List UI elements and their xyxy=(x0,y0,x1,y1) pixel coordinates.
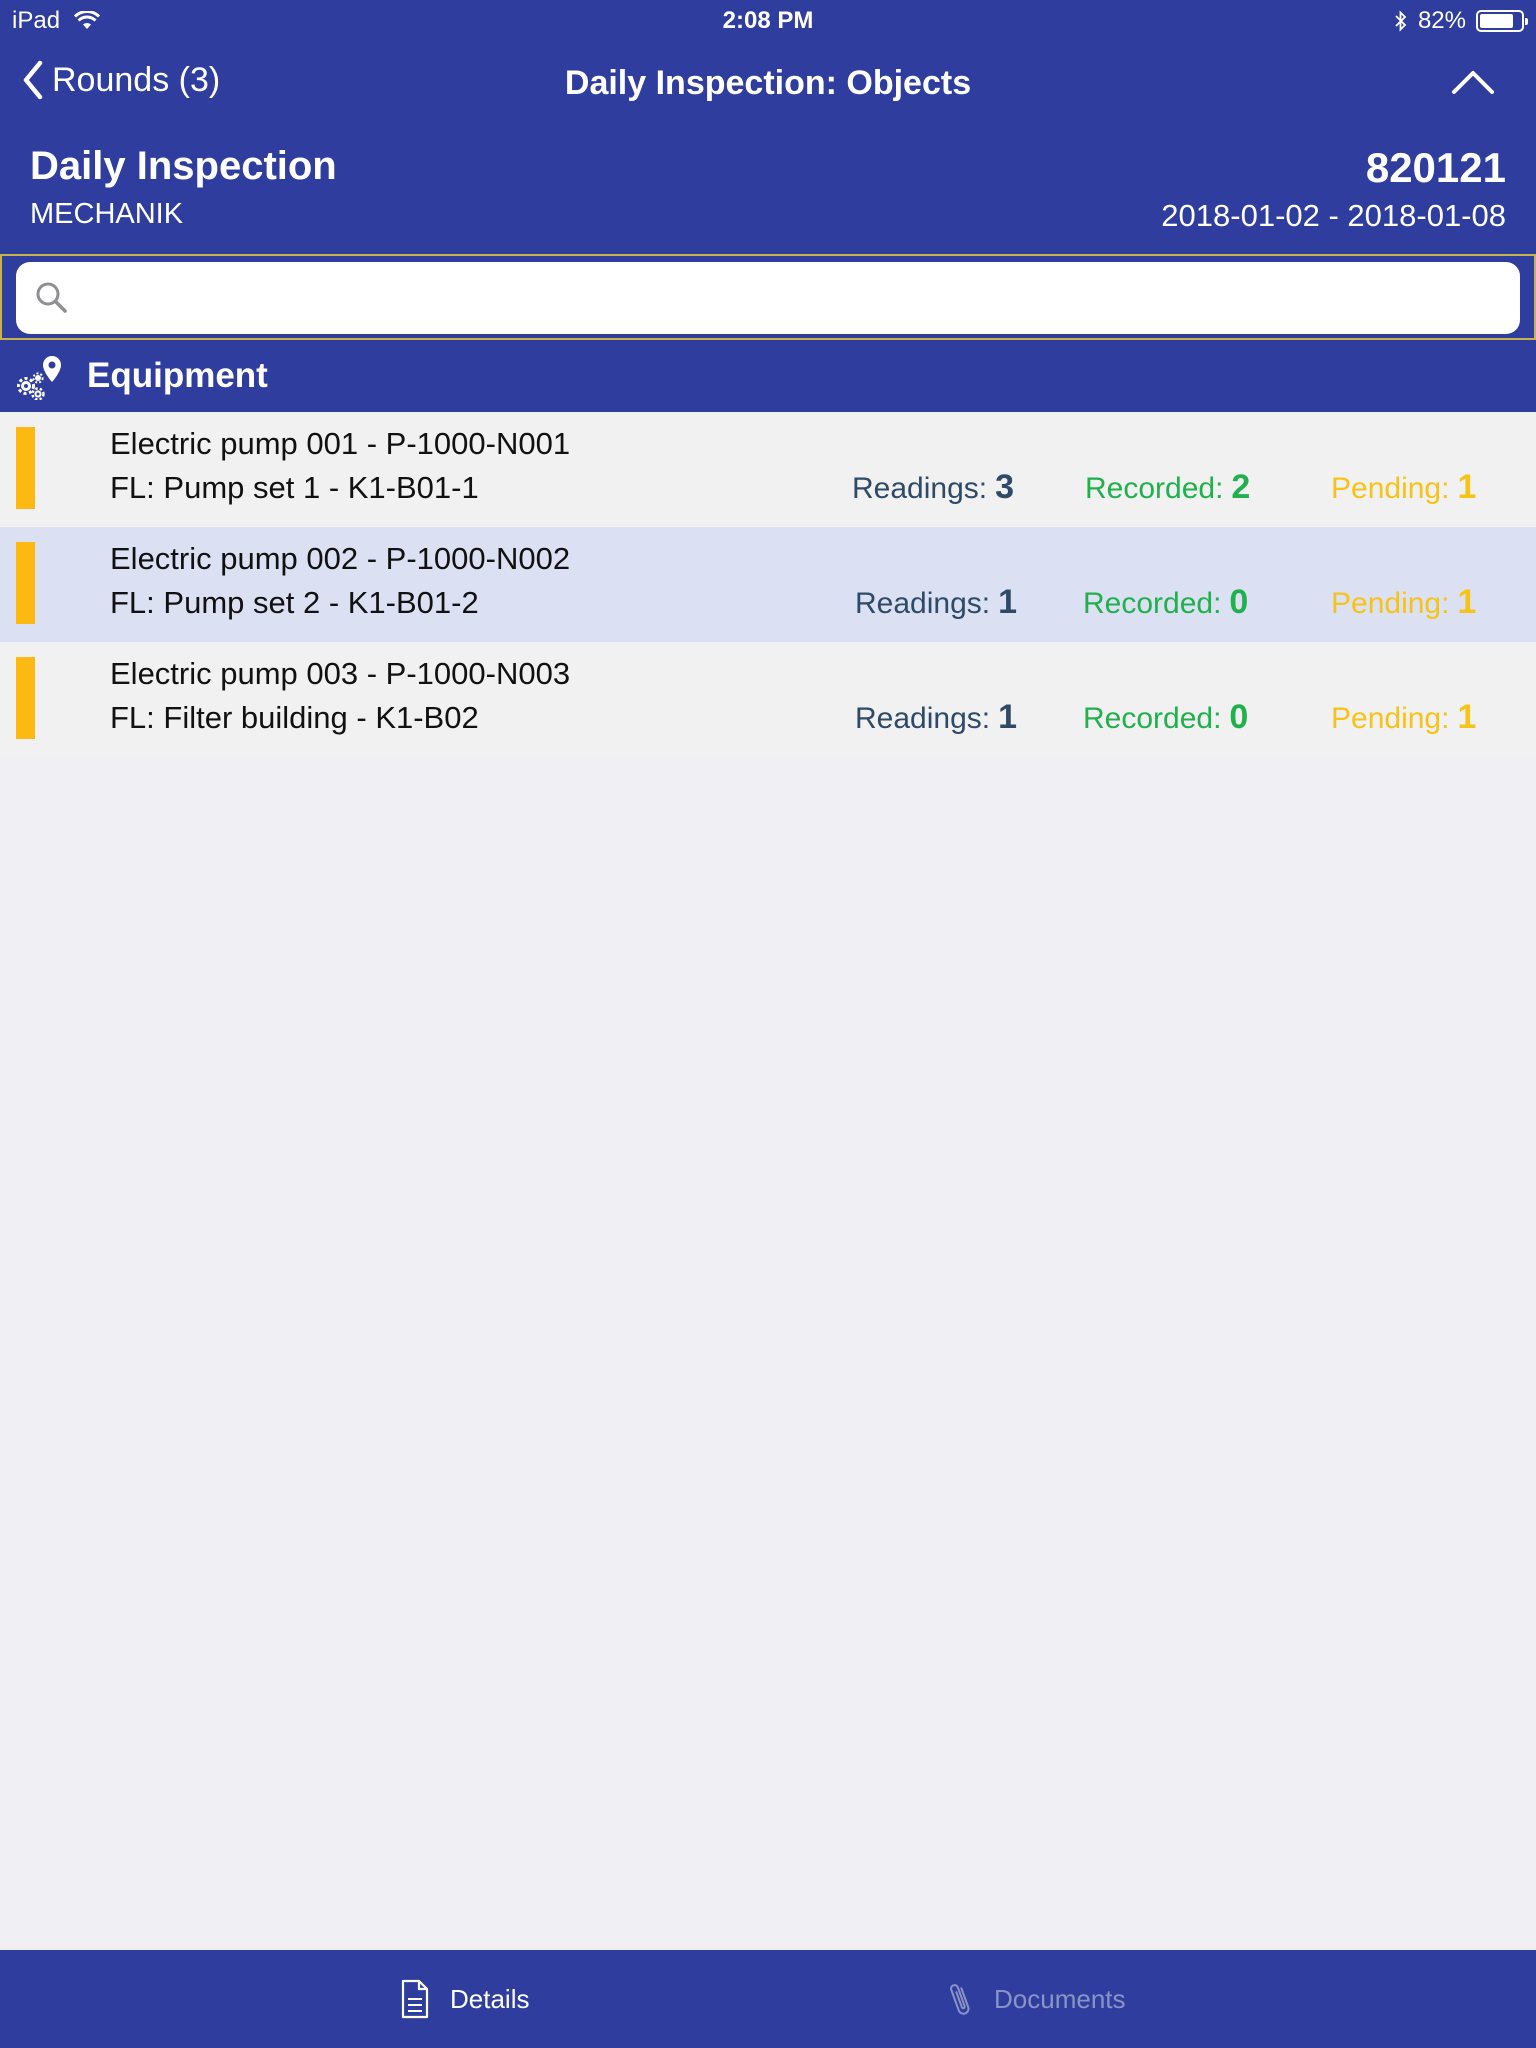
readings-label: Readings: xyxy=(852,472,988,505)
recorded-value: 2 xyxy=(1231,468,1251,506)
tab-documents[interactable]: Documents xyxy=(948,1950,1126,2048)
equipment-location-icon xyxy=(17,356,61,400)
item-location: FL: Filter building - K1-B02 xyxy=(110,700,479,735)
tab-documents-label: Documents xyxy=(994,1983,1126,2014)
chevron-left-icon xyxy=(23,60,43,100)
readings-value: 1 xyxy=(998,698,1018,736)
recorded-label: Recorded: xyxy=(1083,587,1222,620)
status-indicator-bar xyxy=(16,427,35,509)
status-bar: iPad 2:08 PM 82% xyxy=(0,0,1536,40)
recorded-value: 0 xyxy=(1229,698,1249,736)
pending-value: 1 xyxy=(1457,698,1477,736)
item-name: Electric pump 001 - P-1000-N001 xyxy=(110,426,571,461)
bluetooth-icon xyxy=(1395,10,1407,32)
status-time: 2:08 PM xyxy=(722,7,814,34)
recorded-value: 0 xyxy=(1229,583,1249,621)
navigation-bar: Rounds (3) Daily Inspection: Objects xyxy=(0,40,1536,130)
round-title: Daily Inspection xyxy=(30,144,337,188)
list-item[interactable]: Electric pump 002 - P-1000-N002 FL: Pump… xyxy=(0,527,1536,642)
recorded-label: Recorded: xyxy=(1085,472,1224,505)
pending-label: Pending: xyxy=(1331,472,1450,505)
chevron-up-icon xyxy=(1452,71,1494,94)
pending-count: Pending: 1 xyxy=(1331,698,1476,737)
tab-details[interactable]: Details xyxy=(400,1950,529,2048)
pending-count: Pending: 1 xyxy=(1331,583,1476,622)
round-number: 820121 xyxy=(1365,144,1506,191)
round-header: Daily Inspection MECHANIK 820121 2018-01… xyxy=(0,130,1536,254)
readings-value: 3 xyxy=(995,468,1015,506)
pending-label: Pending: xyxy=(1331,587,1450,620)
pending-label: Pending: xyxy=(1331,702,1450,735)
readings-value: 1 xyxy=(998,583,1018,621)
back-button[interactable]: Rounds (3) xyxy=(22,60,220,100)
item-location: FL: Pump set 2 - K1-B01-2 xyxy=(110,585,479,620)
round-date-range: 2018-01-02 - 2018-01-08 xyxy=(1161,198,1506,233)
pending-value: 1 xyxy=(1457,468,1477,506)
readings-label: Readings: xyxy=(855,587,991,620)
list-item[interactable]: Electric pump 003 - P-1000-N003 FL: Filt… xyxy=(0,642,1536,757)
item-name: Electric pump 003 - P-1000-N003 xyxy=(110,656,571,691)
status-indicator-bar xyxy=(16,542,35,624)
list-item[interactable]: Electric pump 001 - P-1000-N001 FL: Pump… xyxy=(0,412,1536,527)
paperclip-icon xyxy=(950,1984,970,2015)
battery-icon xyxy=(1476,10,1528,32)
back-label: Rounds (3) xyxy=(52,60,221,99)
readings-count: Readings: 1 xyxy=(855,583,1017,622)
recorded-count: Recorded: 0 xyxy=(1083,698,1248,737)
readings-count: Readings: 1 xyxy=(855,698,1017,737)
search-input[interactable] xyxy=(78,268,1520,328)
recorded-count: Recorded: 2 xyxy=(1085,468,1250,507)
recorded-label: Recorded: xyxy=(1083,702,1222,735)
battery-percent: 82% xyxy=(1417,7,1466,34)
section-header-equipment: Equipment xyxy=(0,340,1536,412)
tab-details-label: Details xyxy=(450,1983,530,2014)
item-location: FL: Pump set 1 - K1-B01-1 xyxy=(110,470,479,505)
section-title: Equipment xyxy=(87,356,268,395)
tab-bar: Details Documents xyxy=(0,1950,1536,2048)
recorded-count: Recorded: 0 xyxy=(1083,583,1248,622)
collapse-button[interactable] xyxy=(1448,62,1498,102)
status-indicator-bar xyxy=(16,657,35,739)
round-subtitle: MECHANIK xyxy=(30,198,184,230)
equipment-list: Electric pump 001 - P-1000-N001 FL: Pump… xyxy=(0,412,1536,757)
battery-level xyxy=(1480,14,1513,28)
page-title: Daily Inspection: Objects xyxy=(564,64,972,102)
status-right: 82% xyxy=(1394,7,1528,35)
pending-value: 1 xyxy=(1457,583,1477,621)
search-bar xyxy=(0,254,1536,340)
readings-count: Readings: 3 xyxy=(852,468,1014,507)
search-box[interactable] xyxy=(16,262,1520,334)
search-icon xyxy=(36,282,67,313)
item-name: Electric pump 002 - P-1000-N002 xyxy=(110,541,571,576)
readings-label: Readings: xyxy=(855,702,991,735)
pending-count: Pending: 1 xyxy=(1331,468,1476,507)
document-icon xyxy=(401,1979,429,2019)
